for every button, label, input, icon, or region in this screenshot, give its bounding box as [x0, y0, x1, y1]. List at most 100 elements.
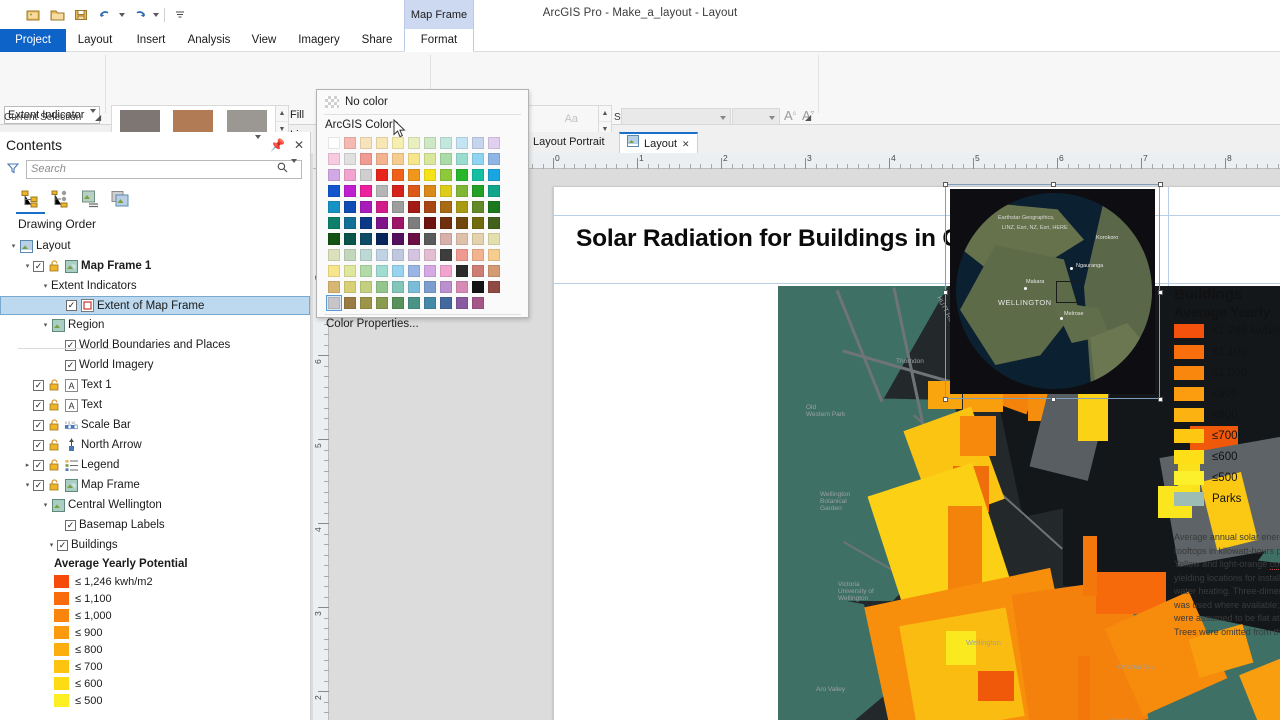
color-swatch[interactable]: [358, 295, 374, 311]
contents-legend-swatch[interactable]: [54, 660, 69, 673]
color-swatch[interactable]: [486, 263, 502, 279]
lock-icon[interactable]: [47, 438, 61, 452]
color-swatch[interactable]: [390, 263, 406, 279]
color-swatch[interactable]: [486, 247, 502, 263]
list-by-data-source-icon[interactable]: [48, 186, 73, 211]
color-swatch[interactable]: [390, 295, 406, 311]
color-swatch[interactable]: [406, 135, 422, 151]
color-swatch[interactable]: [438, 215, 454, 231]
color-swatch[interactable]: [438, 231, 454, 247]
close-icon[interactable]: ✕: [682, 134, 690, 154]
list-by-snapping-icon[interactable]: [108, 186, 133, 211]
color-swatch[interactable]: [438, 295, 454, 311]
color-swatch[interactable]: [454, 167, 470, 183]
color-swatch[interactable]: [470, 279, 486, 295]
color-swatch[interactable]: [342, 151, 358, 167]
contents-legend-swatch[interactable]: [54, 694, 69, 707]
pane-menu-icon[interactable]: [255, 139, 261, 151]
color-swatch[interactable]: [454, 247, 470, 263]
contents-legend-row[interactable]: ≤ 1,246 kwh/m2: [0, 573, 310, 590]
color-swatch[interactable]: [374, 263, 390, 279]
color-swatch[interactable]: [342, 247, 358, 263]
color-swatch[interactable]: [342, 231, 358, 247]
color-swatch[interactable]: [422, 167, 438, 183]
resize-handle[interactable]: [943, 290, 948, 295]
chevron-down-icon[interactable]: [720, 116, 726, 120]
color-swatch[interactable]: [486, 279, 502, 295]
color-swatch[interactable]: [438, 167, 454, 183]
color-swatch[interactable]: [342, 263, 358, 279]
contents-legend-swatch[interactable]: [54, 592, 69, 605]
color-swatch[interactable]: [422, 215, 438, 231]
selection-frame[interactable]: [945, 184, 1160, 399]
color-swatch[interactable]: [406, 263, 422, 279]
contents-legend-swatch[interactable]: [54, 609, 69, 622]
contents-legend-row[interactable]: ≤ 1,100: [0, 590, 310, 607]
layout-page[interactable]: Solar Radiation for Buildings in Central…: [553, 187, 1280, 720]
close-icon[interactable]: ✕: [294, 138, 304, 152]
list-by-drawing-order-icon[interactable]: [18, 186, 43, 211]
color-swatch[interactable]: [486, 215, 502, 231]
color-swatch[interactable]: [390, 247, 406, 263]
pin-icon[interactable]: 📌: [270, 138, 285, 152]
color-swatch[interactable]: [422, 263, 438, 279]
scroll-up-icon[interactable]: ▲: [276, 106, 288, 122]
search-input[interactable]: Search: [26, 160, 302, 179]
text-symbol-item[interactable]: Aa: [545, 113, 598, 125]
color-swatch[interactable]: [454, 199, 470, 215]
color-swatch[interactable]: [422, 247, 438, 263]
color-swatch[interactable]: [374, 247, 390, 263]
ribbon-tab-layout[interactable]: Layout: [66, 29, 124, 52]
color-properties-menu-item[interactable]: Color Properties...: [317, 317, 528, 330]
color-swatch[interactable]: [326, 215, 342, 231]
color-swatch[interactable]: [326, 167, 342, 183]
color-swatch[interactable]: [454, 215, 470, 231]
color-swatch[interactable]: [422, 295, 438, 311]
color-swatch[interactable]: [486, 135, 502, 151]
color-swatch[interactable]: [326, 135, 342, 151]
color-swatch[interactable]: [470, 199, 486, 215]
color-swatch[interactable]: [374, 231, 390, 247]
contents-legend-row[interactable]: ≤ 800: [0, 641, 310, 658]
layer-visibility-checkbox[interactable]: ✓: [33, 400, 44, 411]
layer-visibility-checkbox[interactable]: ✓: [33, 480, 44, 491]
layer-visibility-checkbox[interactable]: ✓: [65, 360, 76, 371]
contents-legend-row[interactable]: ≤ 900: [0, 624, 310, 641]
contents-legend-swatch[interactable]: [54, 677, 69, 690]
color-swatch[interactable]: [470, 215, 486, 231]
list-by-selection-icon[interactable]: [78, 186, 103, 211]
color-swatch[interactable]: [326, 183, 342, 199]
contents-tree-item-world-imagery[interactable]: ✓World Imagery: [0, 355, 310, 375]
chevron-down-icon[interactable]: ▾: [40, 321, 51, 329]
color-swatch[interactable]: [470, 151, 486, 167]
chevron-down-icon[interactable]: [769, 116, 775, 120]
color-swatch[interactable]: [438, 279, 454, 295]
contents-tree-item-legend[interactable]: ▸✓Legend: [0, 455, 310, 475]
contents-tree-item-world-boundaries-and-places[interactable]: ✓World Boundaries and Places: [0, 335, 310, 355]
contents-tree-item-north-arrow[interactable]: ✓North Arrow: [0, 435, 310, 455]
chevron-right-icon[interactable]: ▸: [22, 461, 33, 469]
layer-visibility-checkbox[interactable]: ✓: [65, 520, 76, 531]
color-swatch[interactable]: [374, 295, 390, 311]
color-swatch[interactable]: [470, 295, 486, 311]
current-selection-dialog-launcher-icon[interactable]: ◢: [95, 113, 101, 122]
layer-visibility-checkbox[interactable]: ✓: [33, 420, 44, 431]
color-swatch[interactable]: [422, 135, 438, 151]
contents-tree-item-region[interactable]: ▾Region: [0, 315, 310, 335]
color-swatch[interactable]: [454, 295, 470, 311]
color-swatch[interactable]: [390, 231, 406, 247]
color-swatch[interactable]: [454, 263, 470, 279]
color-swatch[interactable]: [358, 167, 374, 183]
color-swatch[interactable]: [390, 215, 406, 231]
layer-visibility-checkbox[interactable]: ✓: [57, 540, 68, 551]
font-size-combobox[interactable]: [732, 108, 780, 125]
ribbon-tab-analysis[interactable]: Analysis: [178, 29, 240, 52]
color-swatch[interactable]: [438, 263, 454, 279]
color-swatch[interactable]: [470, 247, 486, 263]
contents-tree-item-map-frame[interactable]: ▾✓Map Frame: [0, 475, 310, 495]
contents-legend-swatch[interactable]: [54, 643, 69, 656]
layer-visibility-checkbox[interactable]: ✓: [33, 380, 44, 391]
resize-handle[interactable]: [1051, 397, 1056, 402]
color-swatch[interactable]: [454, 279, 470, 295]
color-swatch[interactable]: [422, 183, 438, 199]
